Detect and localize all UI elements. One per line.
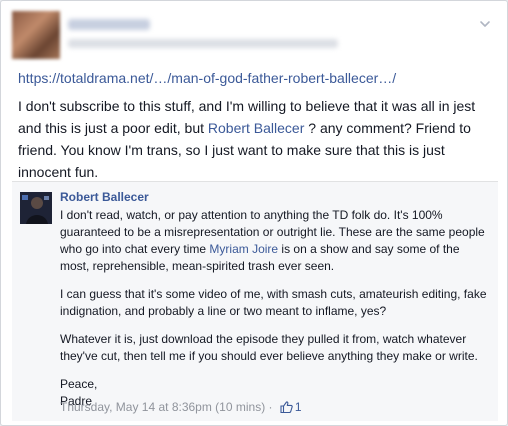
post-meta-redacted bbox=[68, 39, 338, 48]
chevron-down-icon[interactable] bbox=[478, 17, 492, 31]
thumbs-up-icon bbox=[280, 401, 293, 413]
post-text: I don't subscribe to this stuff, and I'm… bbox=[18, 95, 498, 183]
footer-separator: · bbox=[265, 400, 276, 414]
avatar-image bbox=[20, 192, 52, 224]
like-count-button[interactable]: 1 bbox=[280, 400, 302, 414]
comment-avatar[interactable] bbox=[20, 192, 52, 224]
post-card: https://totaldrama.net/…/man-of-god-fath… bbox=[0, 0, 508, 426]
comment-paragraph: I don't read, watch, or pay attention to… bbox=[60, 207, 490, 275]
comment-timestamp[interactable]: Thursday, May 14 at 8:36pm (10 mins) bbox=[60, 400, 265, 414]
post-mention[interactable]: Robert Ballecer bbox=[208, 120, 305, 136]
author-name-redacted[interactable] bbox=[68, 19, 150, 30]
comment-footer: Thursday, May 14 at 8:36pm (10 mins) · 1 bbox=[60, 400, 302, 414]
avatar[interactable] bbox=[12, 11, 60, 59]
like-count: 1 bbox=[294, 400, 302, 414]
signoff-line: Peace, bbox=[60, 377, 98, 391]
comment-paragraph: I can guess that it's some video of me, … bbox=[60, 287, 487, 318]
comment-section: Robert Ballecer I don't read, watch, or … bbox=[12, 181, 498, 421]
comment-author[interactable]: Robert Ballecer bbox=[60, 190, 149, 204]
comment-mention[interactable]: Myriam Joire bbox=[209, 242, 278, 256]
post-header bbox=[12, 11, 498, 59]
comment-paragraph: Whatever it is, just download the episod… bbox=[60, 332, 478, 363]
comment-body: I don't read, watch, or pay attention to… bbox=[60, 207, 490, 421]
post-link[interactable]: https://totaldrama.net/…/man-of-god-fath… bbox=[18, 70, 396, 86]
